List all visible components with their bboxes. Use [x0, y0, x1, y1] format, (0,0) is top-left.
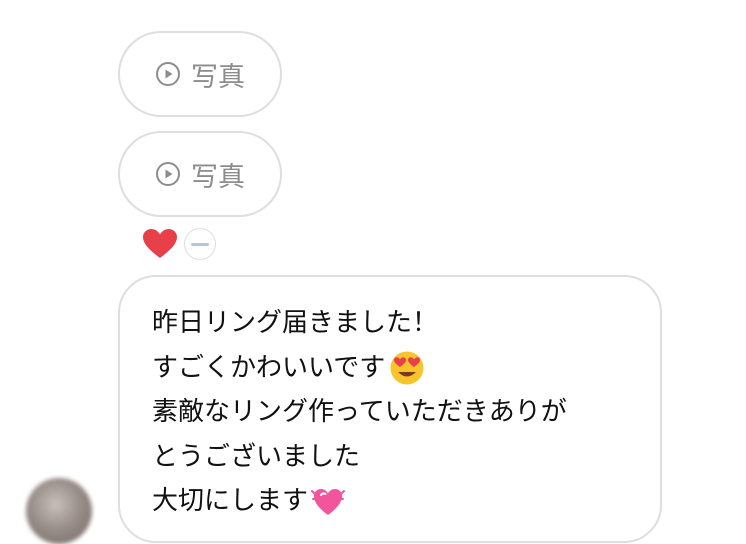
photo-message-2[interactable]: 写真: [118, 131, 282, 217]
message-line-text: とうございました: [152, 441, 361, 472]
play-circle-icon: [156, 162, 180, 186]
message-line-text: 昨日リング届きました！: [152, 308, 439, 338]
play-circle-icon: [156, 62, 180, 86]
sparkling-heart-emoji-icon: [311, 489, 346, 516]
photo-label: 写真: [191, 161, 245, 193]
message-line-text: 大切にします: [152, 486, 309, 516]
message-line-text: すごくかわいいです: [152, 352, 386, 383]
photo-label: 写真: [191, 61, 245, 93]
heart-icon: [143, 229, 177, 258]
message-reactions[interactable]: [142, 228, 216, 260]
message-line: すごくかわいいです: [152, 346, 636, 391]
reactor-avatar[interactable]: [184, 228, 216, 260]
message-line-text: 素敵なリング作っていただきありが: [152, 397, 567, 427]
heart-eyes-emoji-icon: [390, 351, 424, 385]
message-line: 大切にします: [152, 479, 636, 524]
message-line: とうございました: [152, 435, 636, 480]
avatar-logo: [191, 242, 209, 246]
message-line: 昨日リング届きました！: [152, 301, 636, 346]
message-line: 素敵なリング作っていただきありが: [152, 390, 636, 435]
text-message[interactable]: 昨日リング届きました！ すごくかわいいです 素敵なリング作っていただきありが と…: [118, 275, 662, 543]
photo-message-1[interactable]: 写真: [118, 31, 282, 117]
sender-avatar[interactable]: [26, 478, 92, 544]
